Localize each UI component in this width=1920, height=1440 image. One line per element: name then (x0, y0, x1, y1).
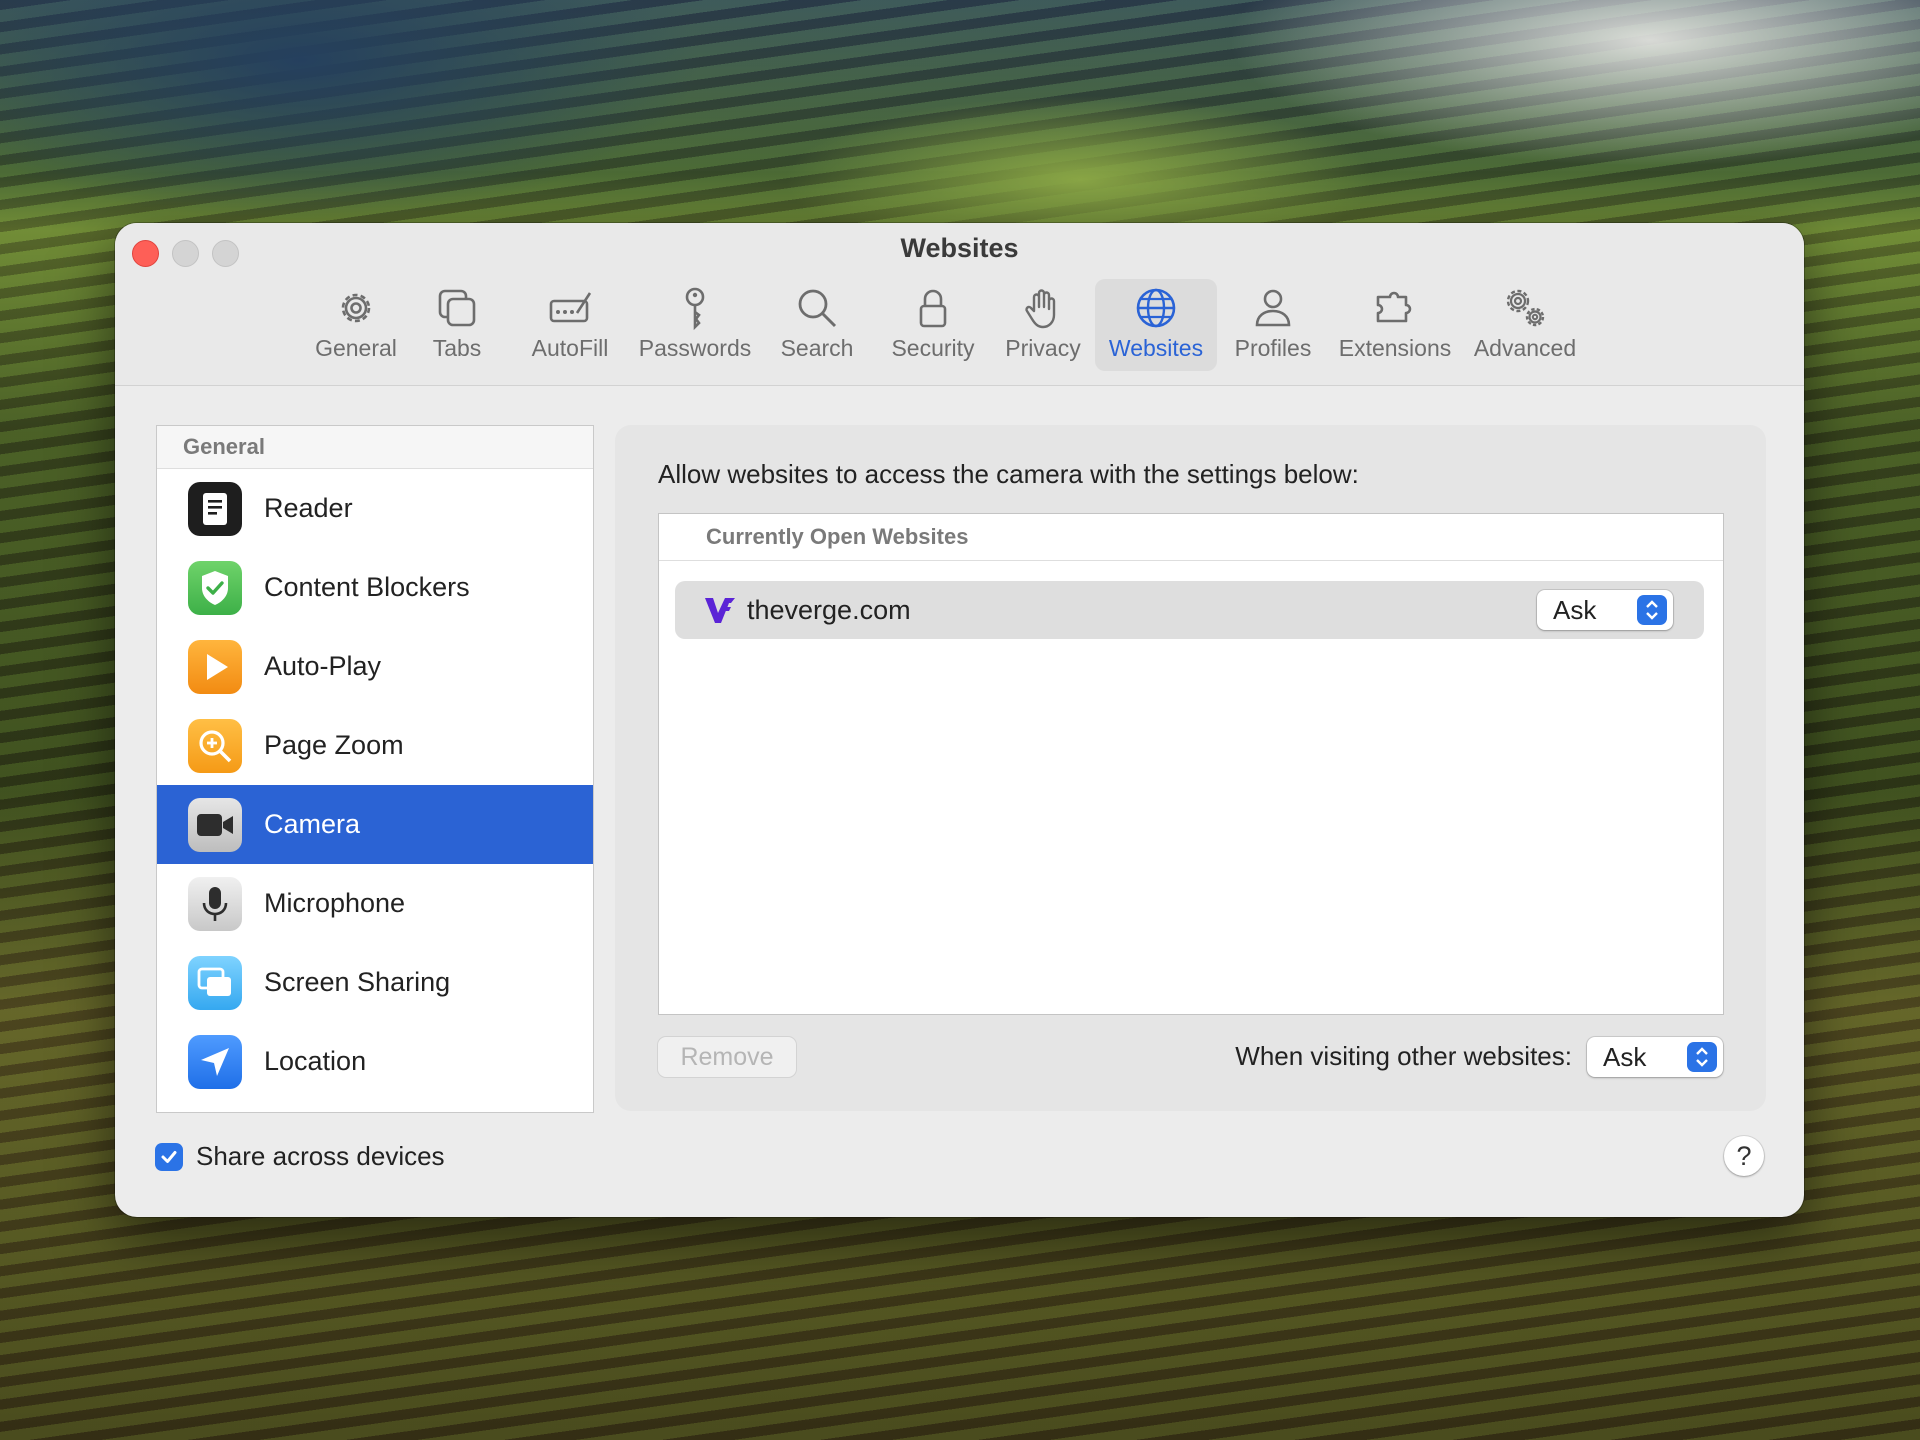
chevron-updown-icon (1687, 1042, 1717, 1072)
tab-security[interactable]: Security (883, 279, 983, 371)
open-websites-table: Currently Open Websites theverge.com Ask (658, 513, 1724, 1015)
tabs-icon (438, 289, 476, 327)
tab-advanced[interactable]: Advanced (1467, 279, 1583, 371)
permission-sidebar: General Reader Content Blockers Auto-Pla… (156, 425, 594, 1113)
sidebar-item-label: Page Zoom (264, 730, 404, 760)
tab-label: General (315, 335, 397, 361)
camera-icon (188, 797, 242, 852)
globe-icon (1136, 288, 1176, 328)
permission-description: Allow websites to access the camera with… (658, 459, 1359, 489)
zoom-icon (188, 718, 242, 773)
search-icon (798, 289, 837, 328)
tab-websites[interactable]: Websites (1095, 279, 1217, 371)
screen-sharing-icon (188, 955, 242, 1010)
tab-label: Extensions (1338, 335, 1452, 361)
tab-label: Profiles (1234, 335, 1312, 361)
verge-logo-icon (705, 598, 735, 623)
tab-privacy[interactable]: Privacy (1001, 279, 1085, 371)
sidebar-item-label: Camera (264, 809, 361, 839)
lock-icon (919, 289, 947, 328)
sidebar-item-microphone[interactable]: Microphone (157, 864, 593, 943)
key-icon (685, 287, 705, 331)
gears-icon (1506, 289, 1545, 327)
sidebar-item-label: Location (264, 1046, 367, 1076)
sidebar-item-label: Microphone (264, 888, 406, 918)
table-row[interactable]: theverge.com Ask (675, 581, 1704, 639)
sidebar-item-label: Content Blockers (264, 572, 470, 602)
share-across-devices[interactable]: Share across devices (155, 1141, 445, 1172)
gear-icon (341, 293, 371, 323)
sidebar-header: General (157, 426, 593, 469)
other-websites-value: Ask (1603, 1041, 1647, 1072)
tab-passwords[interactable]: Passwords (633, 279, 757, 371)
site-permission-select[interactable]: Ask (1537, 590, 1673, 630)
sidebar-item-label: Auto-Play (264, 651, 382, 681)
help-button[interactable]: ? (1724, 1136, 1764, 1176)
tab-label: Search (780, 335, 854, 361)
microphone-icon (188, 876, 242, 931)
tab-label: AutoFill (531, 335, 609, 361)
toolbar: Websites General Tabs AutoFill Passwords… (115, 223, 1804, 386)
checkmark-icon (161, 1150, 177, 1163)
play-icon (188, 639, 242, 694)
tab-label: Websites (1108, 335, 1204, 361)
desktop-wallpaper (0, 0, 1920, 260)
puzzle-icon (1376, 291, 1412, 323)
tab-label: Privacy (1005, 335, 1081, 361)
sidebar-item-page-zoom[interactable]: Page Zoom (157, 706, 593, 785)
sidebar-item-camera[interactable]: Camera (157, 785, 593, 864)
shield-check-icon (188, 560, 242, 615)
tab-tabs[interactable]: Tabs (417, 279, 497, 371)
preferences-window: Websites General Tabs AutoFill Passwords… (115, 223, 1804, 1217)
window-title: Websites (900, 233, 1019, 263)
autofill-icon (549, 292, 592, 323)
sidebar-item-auto-play[interactable]: Auto-Play (157, 627, 593, 706)
location-arrow-icon (188, 1034, 242, 1089)
sidebar-item-location[interactable]: Location (157, 1022, 593, 1101)
site-permission-value: Ask (1553, 594, 1597, 625)
permission-content: Allow websites to access the camera with… (615, 425, 1766, 1111)
other-websites-label: When visiting other websites: (1235, 1041, 1572, 1071)
remove-button[interactable]: Remove (658, 1037, 796, 1077)
reader-icon (188, 481, 242, 536)
tab-label: Tabs (432, 335, 482, 361)
tab-extensions[interactable]: Extensions (1333, 279, 1457, 371)
tab-general[interactable]: General (303, 279, 409, 371)
tab-autofill[interactable]: AutoFill (525, 279, 615, 371)
sidebar-item-label: Reader (264, 493, 353, 523)
share-label: Share across devices (196, 1141, 445, 1171)
tab-search[interactable]: Search (771, 279, 863, 371)
tab-label: Security (891, 335, 975, 361)
sidebar-item-screen-sharing[interactable]: Screen Sharing (157, 943, 593, 1022)
sidebar-item-label: Screen Sharing (264, 967, 451, 997)
site-name: theverge.com (747, 594, 911, 625)
share-checkbox[interactable] (155, 1142, 183, 1171)
sidebar-item-content-blockers[interactable]: Content Blockers (157, 548, 593, 627)
other-websites-select[interactable]: Ask (1587, 1037, 1723, 1077)
person-icon (1255, 289, 1291, 327)
chevron-updown-icon (1637, 595, 1667, 625)
tab-label: Advanced (1473, 335, 1577, 361)
hand-icon (1025, 289, 1056, 329)
tab-label: Passwords (638, 335, 752, 361)
tab-profiles[interactable]: Profiles (1225, 279, 1321, 371)
sidebar-item-reader[interactable]: Reader (157, 469, 593, 548)
table-header: Currently Open Websites (659, 514, 1723, 561)
